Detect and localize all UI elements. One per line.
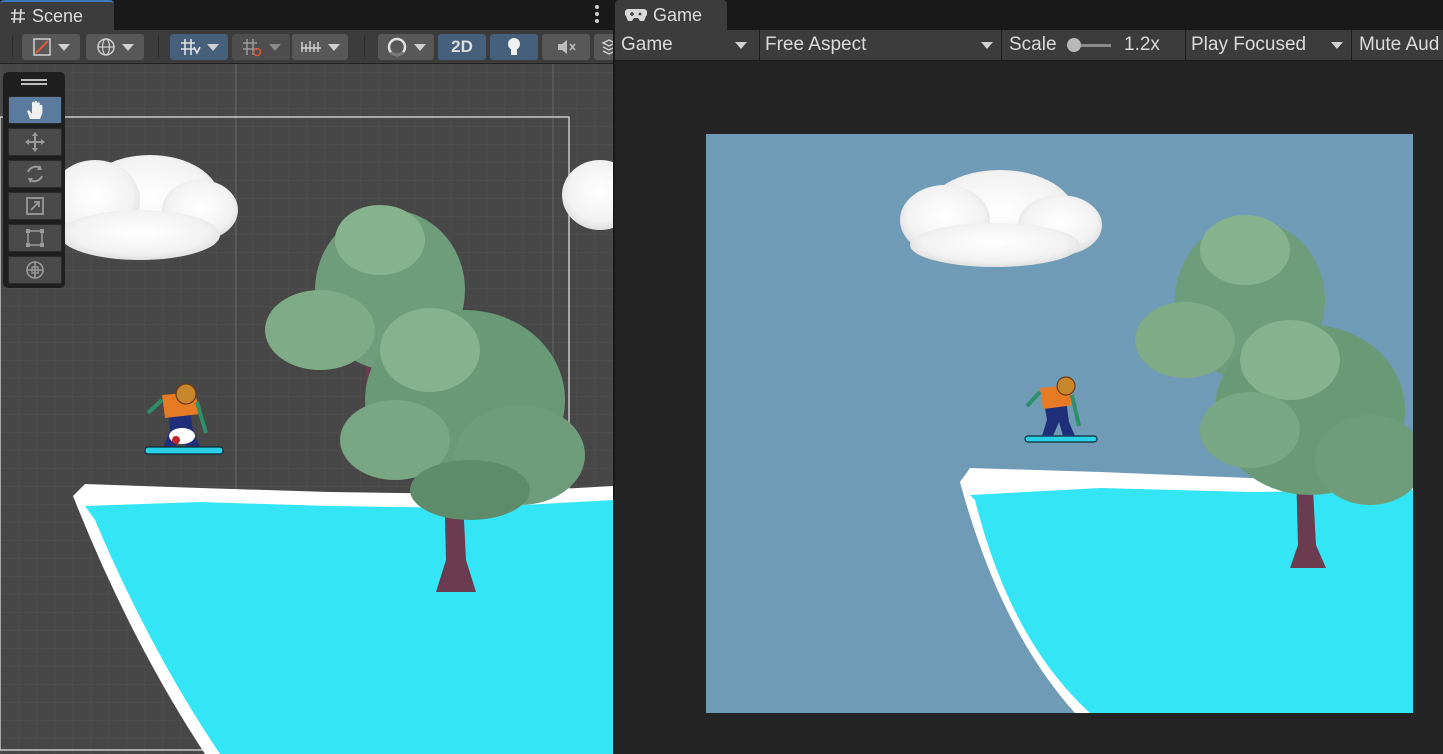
rotate-tool-button[interactable] (8, 160, 62, 188)
scene-menu-icon[interactable] (595, 5, 599, 26)
scene-canvas[interactable] (0, 64, 613, 754)
shading-mode-icon (33, 38, 51, 56)
hash-icon (11, 8, 25, 24)
global-icon (97, 38, 115, 56)
chevron-down-icon (981, 42, 993, 49)
tab-game-label: Game (653, 4, 703, 25)
mode-2d-button[interactable]: 2D (438, 34, 486, 60)
rotate-icon (27, 165, 43, 183)
mute-audio-label: Mute Aud (1359, 34, 1440, 55)
lightbulb-icon (508, 38, 520, 55)
effects-icon (601, 39, 613, 55)
grid-snap-icon (181, 39, 201, 55)
shading-mode-button[interactable] (22, 34, 80, 60)
scene-tabbar: Scene (0, 0, 613, 30)
ruler-button[interactable] (292, 34, 348, 60)
scale-tool-button[interactable] (8, 192, 62, 220)
increment-snap-button[interactable] (232, 34, 290, 60)
chevron-down-icon (735, 42, 747, 49)
mute-audio-toggle[interactable]: Mute Aud (1359, 30, 1443, 60)
game-panel: Game Game Free Aspect Scale 1.2x Play Fo… (615, 0, 1443, 754)
gizmo-button[interactable] (378, 34, 434, 60)
global-button[interactable] (86, 34, 144, 60)
lighting-button[interactable] (490, 34, 538, 60)
display-select-value: Game (621, 34, 673, 55)
rect-transform-icon (26, 229, 44, 247)
transform-tool-button[interactable] (8, 256, 62, 284)
hand-tool-button[interactable] (8, 96, 62, 124)
play-mode-select[interactable]: Play Focused (1191, 30, 1349, 60)
scale-icon (26, 197, 44, 215)
gizmo-sphere-icon (387, 37, 407, 57)
tool-palette (3, 72, 65, 288)
scale-label: Scale (1009, 34, 1057, 55)
increment-snap-icon (243, 39, 262, 57)
scale-control: Scale 1.2x (1009, 30, 1179, 60)
game-view[interactable] (706, 134, 1413, 713)
speaker-muted-icon (558, 40, 576, 54)
display-select[interactable]: Game (621, 30, 753, 60)
gamepad-icon (625, 8, 647, 21)
scene-viewport[interactable] (0, 64, 613, 754)
transform-icon (26, 261, 44, 279)
effects-button[interactable] (594, 34, 613, 60)
tab-scene-label: Scene (32, 5, 84, 26)
move-icon (25, 132, 45, 152)
play-mode-value: Play Focused (1191, 34, 1307, 55)
hand-icon (27, 100, 43, 119)
tab-scene[interactable]: Scene (0, 0, 114, 30)
move-tool-button[interactable] (8, 128, 62, 156)
grid-snap-button[interactable] (170, 34, 228, 60)
tab-game[interactable]: Game (615, 0, 727, 30)
scale-slider-thumb[interactable] (1067, 38, 1081, 52)
rect-tool-button[interactable] (8, 224, 62, 252)
ruler-icon (301, 41, 321, 52)
audio-button[interactable] (542, 34, 590, 60)
mode-2d-label: 2D (451, 37, 473, 56)
scene-panel: Scene 2D (0, 0, 613, 754)
aspect-select-value: Free Aspect (765, 34, 867, 55)
game-tabbar: Game (615, 0, 1443, 30)
chevron-down-icon (1331, 42, 1343, 49)
scale-value: 1.2x (1124, 34, 1160, 55)
aspect-select[interactable]: Free Aspect (765, 30, 999, 60)
scene-toolbar: 2D (0, 30, 613, 64)
